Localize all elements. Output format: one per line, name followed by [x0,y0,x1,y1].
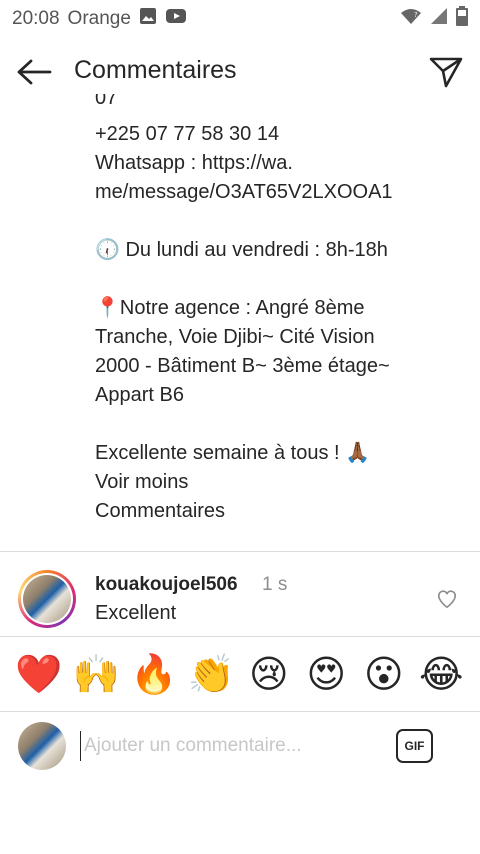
quick-reactions-bar: ❤️ 🙌 🔥 👏 😢 😍 😮 😂 [0,637,480,711]
reaction-clapping[interactable]: 👏 [185,652,237,696]
gif-button[interactable]: GIF [396,729,433,763]
praying-hands-icon: 🙏🏾 [345,442,371,464]
reaction-laughing[interactable]: 😂 [415,652,467,696]
caption-whatsapp-line1[interactable]: Whatsapp : https://wa. [95,149,465,178]
caption-agency-line4: Appart B6 [95,384,184,406]
reaction-fire[interactable]: 🔥 [128,652,180,696]
caption-hours-text: Du lundi au vendredi : 8h-18h [119,239,388,261]
reaction-heart-eyes[interactable]: 😍 [300,652,352,696]
caption-closing-text: Excellente semaine à tous ! [95,442,346,464]
status-bar: 20:08 Orange ? [0,0,480,38]
reaction-crying[interactable]: 😢 [243,652,295,696]
comment-item: kouakoujoel506 1 s Excellent [0,552,480,636]
reaction-surprised[interactable]: 😮 [358,652,410,696]
gallery-notification-icon [139,7,157,31]
see-less-link[interactable]: Voir moins [95,468,465,497]
like-comment-button[interactable] [436,588,458,610]
reaction-raising-hands[interactable]: 🙌 [70,652,122,696]
clock-icon: 🕡 [95,239,120,261]
pin-icon: 📍 [95,297,120,319]
arrow-left-icon [17,59,52,85]
paper-plane-icon [429,57,463,88]
comment-time: 1 s [262,574,288,595]
caption-phone: +225 07 77 58 30 14 [95,123,280,145]
comment-input-bar: GIF [0,711,480,783]
page-title: Commentaires [74,56,237,84]
status-carrier: Orange [67,8,131,29]
youtube-notification-icon [165,7,187,31]
post-caption: +225 07 77 58 30 14 Whatsapp : https://w… [95,100,465,526]
battery-icon [456,6,468,32]
reaction-heart[interactable]: ❤️ [13,652,65,696]
heart-outline-icon [437,590,457,609]
caption-whatsapp-line2[interactable]: me/message/O3AT65V2LXOOA1 [95,178,465,207]
back-button[interactable] [14,52,54,92]
comments-link[interactable]: Commentaires [95,497,465,526]
caption-agency-line3: 2000 - Bâtiment B~ 3ème étage~ [95,355,390,377]
caption-agency-text1: Notre agence : Angré 8ème [119,297,365,319]
caption-hours: 🕡 Du lundi au vendredi : 8h-18h [95,236,465,265]
caption-agency-line1: 📍Notre agence : Angré 8ème [95,294,465,323]
svg-text:?: ? [414,11,418,19]
caption-closing: Excellente semaine à tous ! 🙏🏾 [95,439,465,468]
wifi-icon: ? [400,7,422,31]
comment-text: Excellent [95,602,177,624]
header: Commentaires [0,38,480,104]
comment-username[interactable]: kouakoujoel506 [95,574,238,596]
share-button[interactable] [426,52,466,92]
comment-input[interactable] [80,731,380,761]
status-time: 20:08 [12,8,60,29]
signal-icon [430,7,448,31]
my-avatar [18,722,66,770]
caption-agency-line2: Tranche, Voie Djibi~ Cité Vision [95,326,375,348]
avatar-image [23,575,71,623]
commenter-avatar[interactable] [18,570,76,628]
